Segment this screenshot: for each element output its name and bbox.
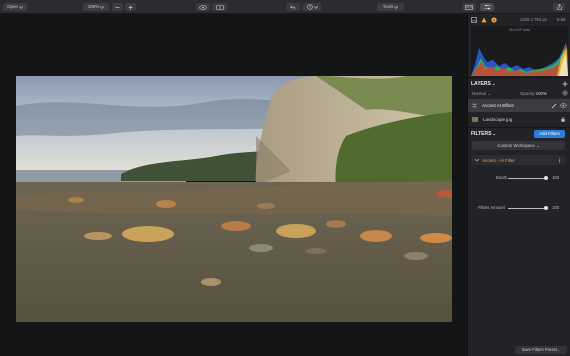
zoom-in-button[interactable] <box>125 3 136 11</box>
tools-label: Tools <box>382 4 394 9</box>
slider-handle[interactable] <box>544 206 548 210</box>
info-icon[interactable] <box>491 17 497 23</box>
image-canvas[interactable] <box>0 14 467 356</box>
layer-name: Accent AI Effect <box>482 103 514 108</box>
exif-note: No EXIF data <box>508 28 530 32</box>
layer-row-landscape[interactable]: Landscape.jpg <box>468 113 570 125</box>
filters-heading[interactable]: FILTERS ⌄ <box>471 131 496 137</box>
sliders-icon <box>484 4 490 10</box>
undo-icon <box>289 5 295 10</box>
layer-thumbnail-icon <box>472 116 478 122</box>
brush-icon[interactable] <box>551 103 557 109</box>
lock-icon <box>561 116 565 122</box>
chevron-down-icon <box>100 5 105 9</box>
minus-icon <box>115 6 120 8</box>
panel-icon <box>465 4 473 10</box>
workspace-select[interactable]: Custom Workspace ⌄ <box>472 141 565 150</box>
blend-mode-value: Normal <box>472 91 486 96</box>
slider-label: Filters Amount <box>478 205 505 210</box>
layers-heading[interactable]: LAYERS ⌄ <box>471 81 495 87</box>
slider-value: 100 <box>552 205 559 210</box>
slider-handle[interactable] <box>544 176 548 180</box>
chevron-down-icon: ⌄ <box>490 81 496 86</box>
histogram-graph <box>471 42 568 76</box>
zoom-select[interactable]: 168% <box>83 3 109 11</box>
histogram: No EXIF data <box>471 26 568 76</box>
add-filters-button[interactable]: Add Filters <box>534 130 565 138</box>
chevron-down-icon <box>19 5 23 9</box>
blend-mode-select[interactable]: Normal ⌄ <box>472 91 491 97</box>
zoom-out-button[interactable] <box>112 3 123 11</box>
share-icon <box>556 4 562 10</box>
landscape-image <box>16 76 452 322</box>
photo-preview[interactable] <box>16 76 452 322</box>
eye-icon[interactable] <box>560 103 567 108</box>
panel-info-icons <box>471 14 497 26</box>
layer-row-accent[interactable]: Accent AI Effect <box>468 99 570 112</box>
adjustments-panel-button[interactable] <box>480 3 494 11</box>
settings-icon[interactable] <box>562 90 568 96</box>
chevron-down-icon: ⌄ <box>491 131 496 136</box>
filters-title: FILTERS <box>471 131 492 137</box>
filter-menu-icon[interactable] <box>557 158 562 163</box>
open-label: Open <box>6 4 18 9</box>
undo-button[interactable] <box>286 3 300 11</box>
compare-icon <box>215 4 224 10</box>
open-button[interactable]: Open <box>3 3 27 11</box>
save-preset-button[interactable]: Save Filters Preset... <box>515 346 567 354</box>
slider-value: 100 <box>552 175 559 180</box>
tools-button[interactable]: Tools <box>377 3 404 11</box>
chevron-down-icon <box>394 5 399 9</box>
add-layer-icon[interactable] <box>562 81 568 87</box>
layer-name: Landscape.jpg <box>483 116 513 122</box>
image-icon[interactable] <box>471 17 477 23</box>
opacity-label: Opacity <box>520 91 535 96</box>
workspace-value: Custom Workspace <box>497 143 535 148</box>
warning-icon[interactable] <box>481 17 487 23</box>
side-panel: 1326 x 763 px 8-bit No EXIF data LAYERS … <box>467 14 570 356</box>
chevron-down-icon <box>313 5 318 9</box>
top-toolbar: Open 168% Tools <box>0 0 570 14</box>
history-button[interactable] <box>303 3 321 11</box>
slider-label: Boost <box>496 175 507 180</box>
filter-header[interactable]: Accent - AI Filter <box>472 155 565 165</box>
compare-button[interactable] <box>212 3 227 11</box>
layers-panel-button[interactable] <box>462 3 476 11</box>
collapse-icon <box>475 158 479 162</box>
opacity-value: 100% <box>535 91 547 96</box>
eye-icon <box>199 4 207 10</box>
bit-depth: 8-bit <box>557 17 566 22</box>
plus-icon <box>128 5 133 9</box>
layer-adjust-icon <box>472 103 477 108</box>
opacity-control[interactable]: Opacity 100% <box>520 91 547 96</box>
layers-title: LAYERS <box>471 81 491 87</box>
zoom-value: 168% <box>87 4 100 9</box>
export-button[interactable] <box>553 3 565 11</box>
preview-toggle-button[interactable] <box>196 3 210 11</box>
clock-icon <box>306 4 313 10</box>
filter-name: Accent - AI Filter <box>482 157 516 163</box>
image-dimensions: 1326 x 763 px <box>520 17 547 22</box>
